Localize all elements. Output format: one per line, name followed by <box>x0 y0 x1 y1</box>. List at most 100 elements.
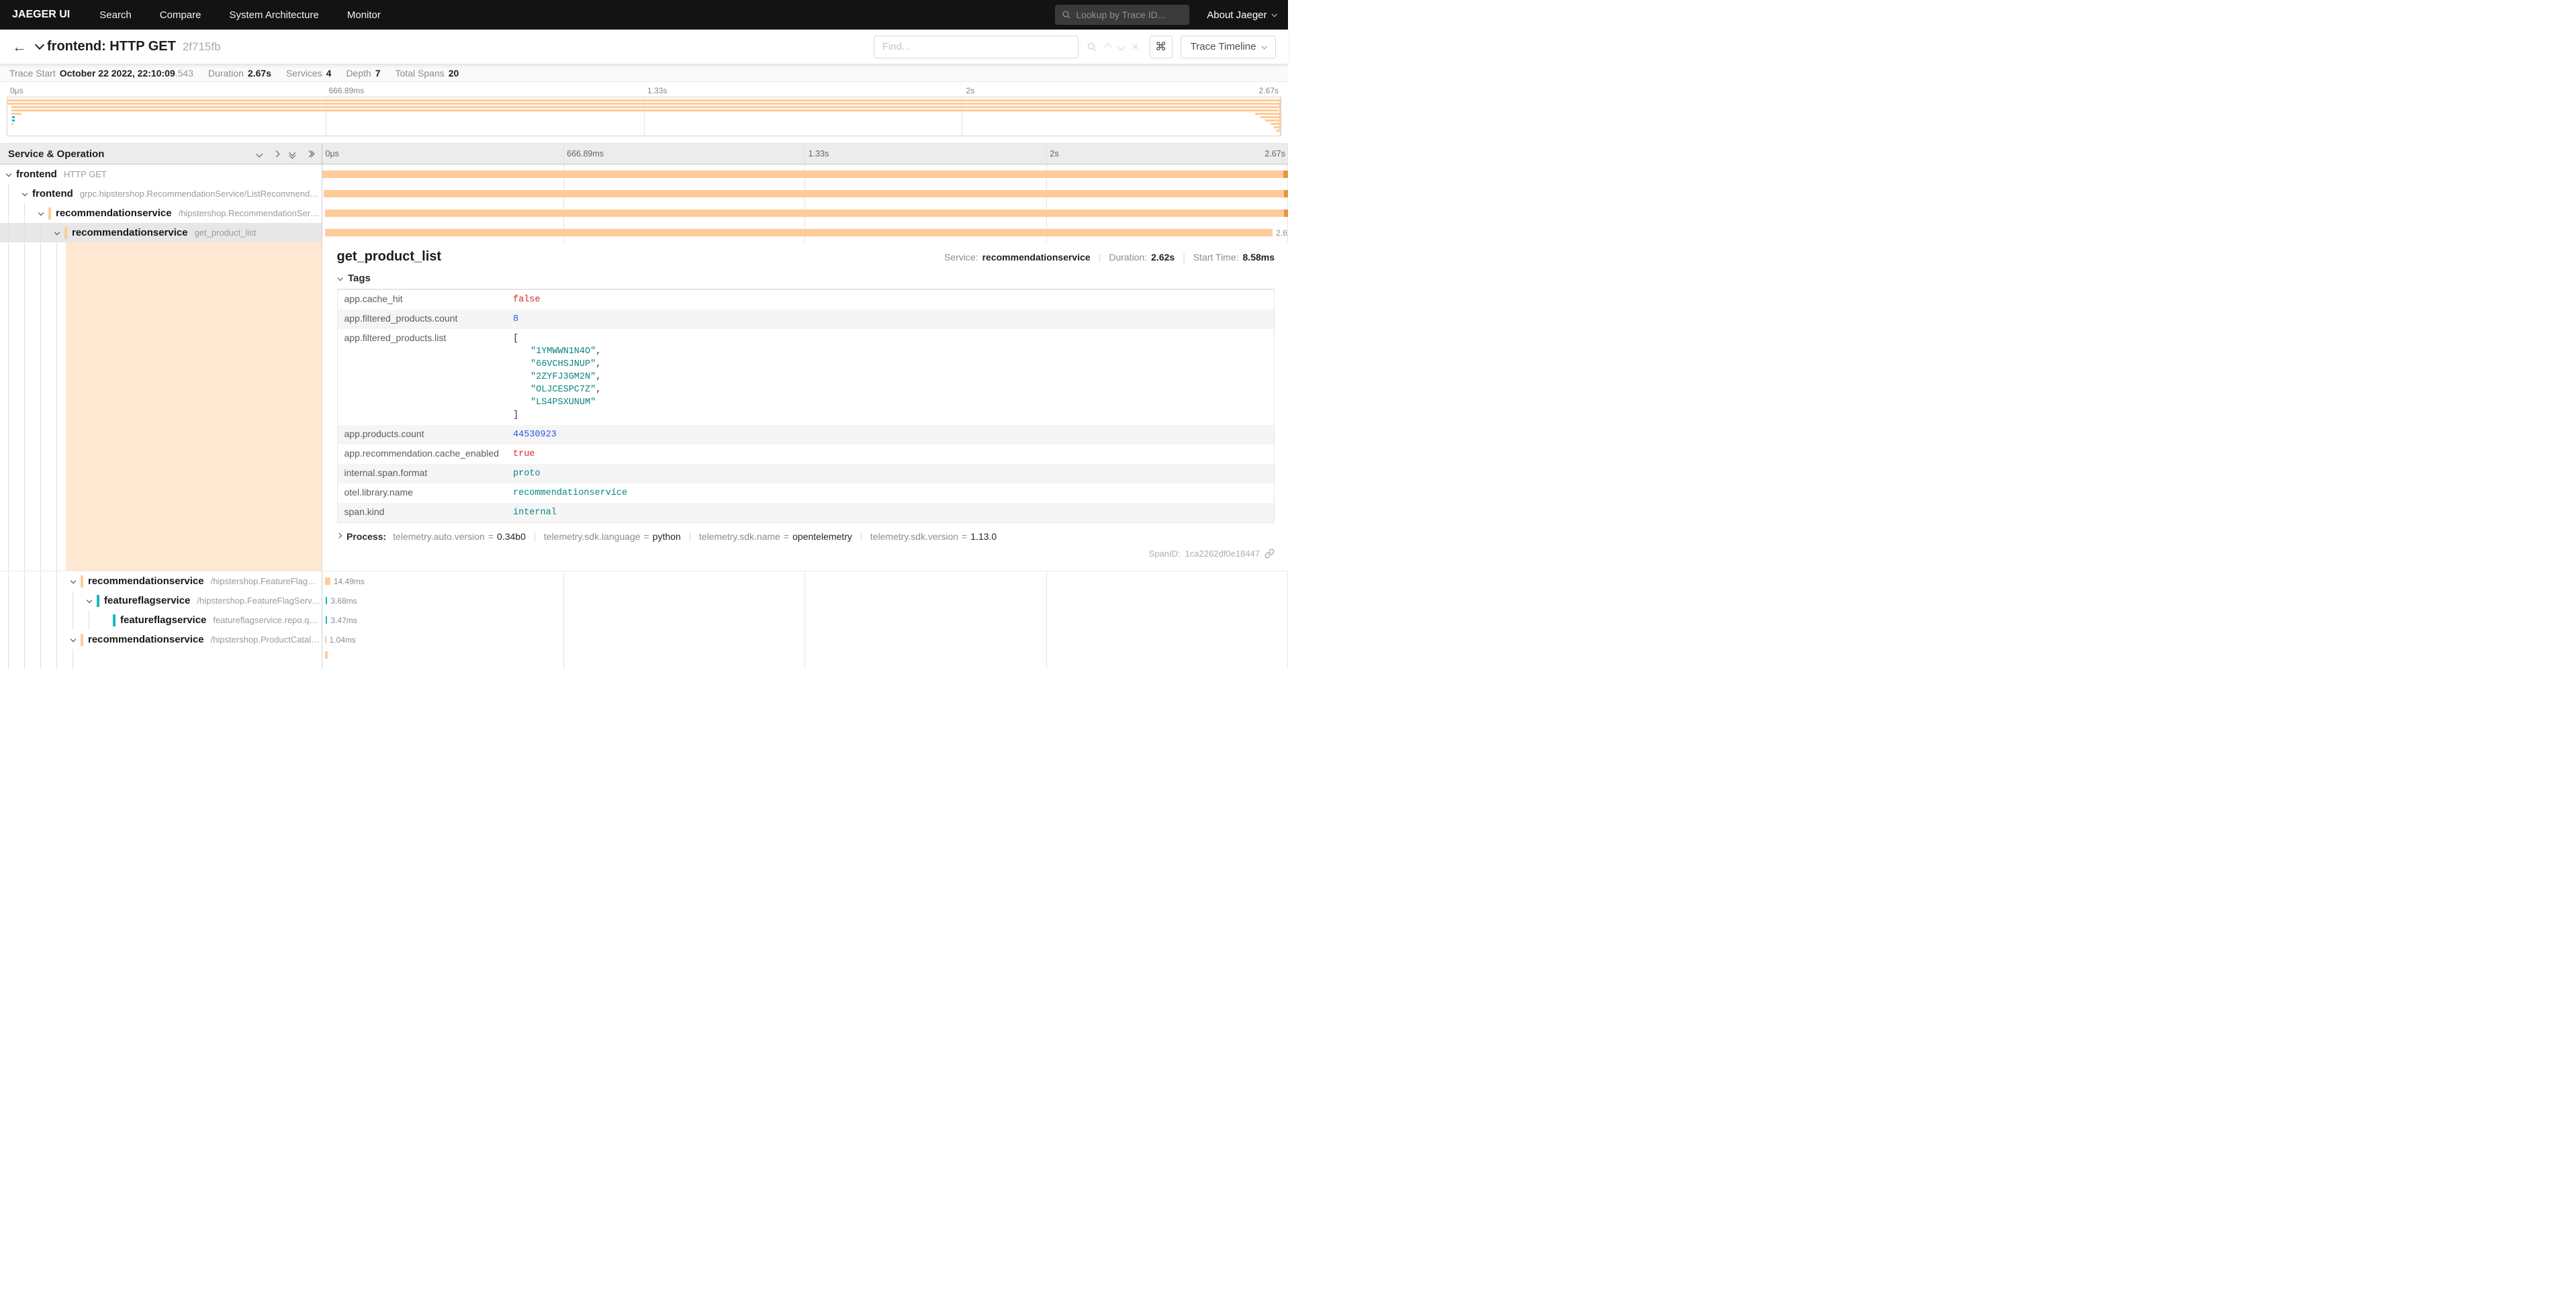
collapse-trace-detail-chevron-icon[interactable] <box>35 40 44 50</box>
process-item: telemetry.sdk.version=1.13.0 <box>870 531 997 542</box>
find-prev-icon[interactable] <box>1104 43 1111 50</box>
top-navbar: JAEGER UI Search Compare System Architectu… <box>0 0 1288 30</box>
span-bar[interactable] <box>326 597 328 604</box>
span-bar[interactable] <box>325 636 326 643</box>
span-name-cell[interactable]: frontendHTTP GET <box>0 165 322 184</box>
expand-one-icon[interactable] <box>273 150 279 156</box>
span-track[interactable] <box>322 184 1289 203</box>
span-accent-block[interactable] <box>66 242 322 571</box>
span-bar[interactable] <box>325 209 1288 217</box>
collapse-one-icon[interactable] <box>257 150 263 156</box>
tags-accordion-header[interactable]: Tags <box>337 271 1275 289</box>
span-track[interactable] <box>322 165 1289 184</box>
expand-all-icon[interactable] <box>307 152 314 156</box>
span-row[interactable]: featureflagservicefeatureflagservice.rep… <box>0 610 1288 630</box>
span-track[interactable]: 1.04ms <box>322 630 1289 649</box>
trace-lookup-box[interactable] <box>1055 5 1189 25</box>
trace-lookup-input[interactable] <box>1076 9 1183 20</box>
minimap-span <box>1255 113 1281 115</box>
span-bar[interactable] <box>325 651 328 659</box>
span-name-cell[interactable]: recommendationservice/hipstershop.Recomm… <box>0 203 322 223</box>
span-row[interactable]: featureflagservice/hipstershop.FeatureFl… <box>0 591 1288 610</box>
chevron-down-icon[interactable] <box>22 190 28 195</box>
find-search-icon[interactable] <box>1087 42 1097 52</box>
span-row[interactable]: recommendationservice/hipstershop.Featur… <box>0 571 1288 591</box>
tag-value: 44530923 <box>506 425 1275 445</box>
tag-value: ["1YMWWN1N4O","66VCHSJNUP","2ZYFJ3GM2N",… <box>506 329 1275 425</box>
span-name-cell[interactable]: featureflagservice/hipstershop.FeatureFl… <box>0 591 322 610</box>
minimap-canvas[interactable] <box>7 97 1281 136</box>
span-bar-accent <box>1284 190 1288 197</box>
chevron-down-icon[interactable] <box>6 171 11 176</box>
span-row[interactable]: recommendationservice/hipstershop.Recomm… <box>0 203 1288 223</box>
span-detail-meta: Service:recommendationservice|Duration:2… <box>944 252 1275 263</box>
nav-item-compare[interactable]: Compare <box>160 9 201 21</box>
span-name-cell[interactable]: recommendationserviceget_product_list <box>0 223 322 242</box>
tag-key: app.filtered_products.count <box>337 310 506 329</box>
span-name-cell[interactable] <box>0 649 322 669</box>
keyboard-shortcuts-button[interactable]: ⌘ <box>1150 36 1172 58</box>
span-track[interactable]: 3.47ms <box>322 610 1289 630</box>
find-next-icon[interactable] <box>1117 43 1125 50</box>
span-rows: frontendHTTP GETfrontendgrpc.hipstershop… <box>0 165 1288 669</box>
span-row[interactable]: frontendHTTP GET <box>0 165 1288 184</box>
span-row[interactable] <box>0 649 1288 669</box>
deep-link-icon[interactable] <box>1264 549 1275 559</box>
span-row[interactable]: frontendgrpc.hipstershop.RecommendationS… <box>0 184 1288 203</box>
span-row[interactable]: recommendationservice/hipstershop.Produc… <box>0 630 1288 649</box>
indent-guide <box>56 242 57 571</box>
span-name-cell[interactable]: recommendationservice/hipstershop.Produc… <box>0 630 322 649</box>
service-color-strip <box>81 575 83 588</box>
view-selector-button[interactable]: Trace Timeline <box>1181 36 1276 58</box>
span-bar[interactable] <box>326 616 328 624</box>
span-bar[interactable] <box>322 171 1289 178</box>
find-input[interactable] <box>874 36 1078 58</box>
indent-guide <box>24 649 25 669</box>
process-accordion-header[interactable]: Process: telemetry.auto.version=0.34b0te… <box>337 531 1275 542</box>
tag-list-item: "2ZYFJ3GM2N", <box>513 371 1267 383</box>
tag-value: false <box>506 290 1275 310</box>
timeline-tick-label: 666.89ms <box>567 149 604 158</box>
tags-table: app.cache_hitfalseapp.filtered_products.… <box>337 289 1275 523</box>
operation-name: /hipstershop.FeatureFlagService/Ge... <box>197 596 321 606</box>
tag-key: span.kind <box>337 503 506 523</box>
span-operation-title: get_product_list <box>337 249 442 265</box>
span-track[interactable]: 3.68ms <box>322 591 1289 610</box>
about-jaeger-menu[interactable]: About Jaeger <box>1207 9 1276 21</box>
chevron-down-icon[interactable] <box>54 229 60 234</box>
span-duration-label: 2.62s <box>1276 228 1288 238</box>
summary-item: Services4 <box>286 68 331 79</box>
span-track[interactable] <box>322 649 1289 669</box>
back-button[interactable]: ← <box>12 40 27 54</box>
span-duration-label: 1.04ms <box>330 635 356 645</box>
chevron-down-icon[interactable] <box>71 636 76 641</box>
about-jaeger-label: About Jaeger <box>1207 9 1267 21</box>
indent-guide <box>24 203 25 223</box>
summary-item-label: Duration <box>208 68 244 79</box>
collapse-all-icon[interactable] <box>290 150 295 157</box>
nav-item-monitor[interactable]: Monitor <box>347 9 381 21</box>
span-track[interactable] <box>322 203 1289 223</box>
span-track[interactable]: 2.62s <box>322 223 1289 242</box>
tag-key: app.products.count <box>337 425 506 445</box>
trace-title: frontend: HTTP GET 2f715fb <box>47 39 221 54</box>
span-bar[interactable] <box>324 190 1288 197</box>
span-bar[interactable] <box>325 577 330 585</box>
span-track[interactable]: 14.49ms <box>322 571 1289 591</box>
span-bar[interactable] <box>325 229 1273 236</box>
find-clear-icon[interactable]: × <box>1132 41 1139 52</box>
chevron-down-icon[interactable] <box>87 597 92 602</box>
span-row[interactable]: recommendationserviceget_product_list 2.6… <box>0 223 1288 242</box>
span-name-cell[interactable]: frontendgrpc.hipstershop.RecommendationS… <box>0 184 322 203</box>
nav-item-system-architecture[interactable]: System Architecture <box>229 9 318 21</box>
chevron-down-icon[interactable] <box>71 577 76 583</box>
span-name-cell[interactable]: featureflagservicefeatureflagservice.rep… <box>0 610 322 630</box>
minimap-span <box>7 103 1281 105</box>
trace-title-text: frontend: HTTP GET <box>47 39 176 54</box>
summary-item: Duration2.67s <box>208 68 271 79</box>
process-item: telemetry.sdk.language=python <box>544 531 681 542</box>
chevron-down-icon[interactable] <box>38 209 44 215</box>
nav-item-search[interactable]: Search <box>99 9 132 21</box>
app-logo[interactable]: JAEGER UI <box>12 9 70 21</box>
span-name-cell[interactable]: recommendationservice/hipstershop.Featur… <box>0 571 322 591</box>
